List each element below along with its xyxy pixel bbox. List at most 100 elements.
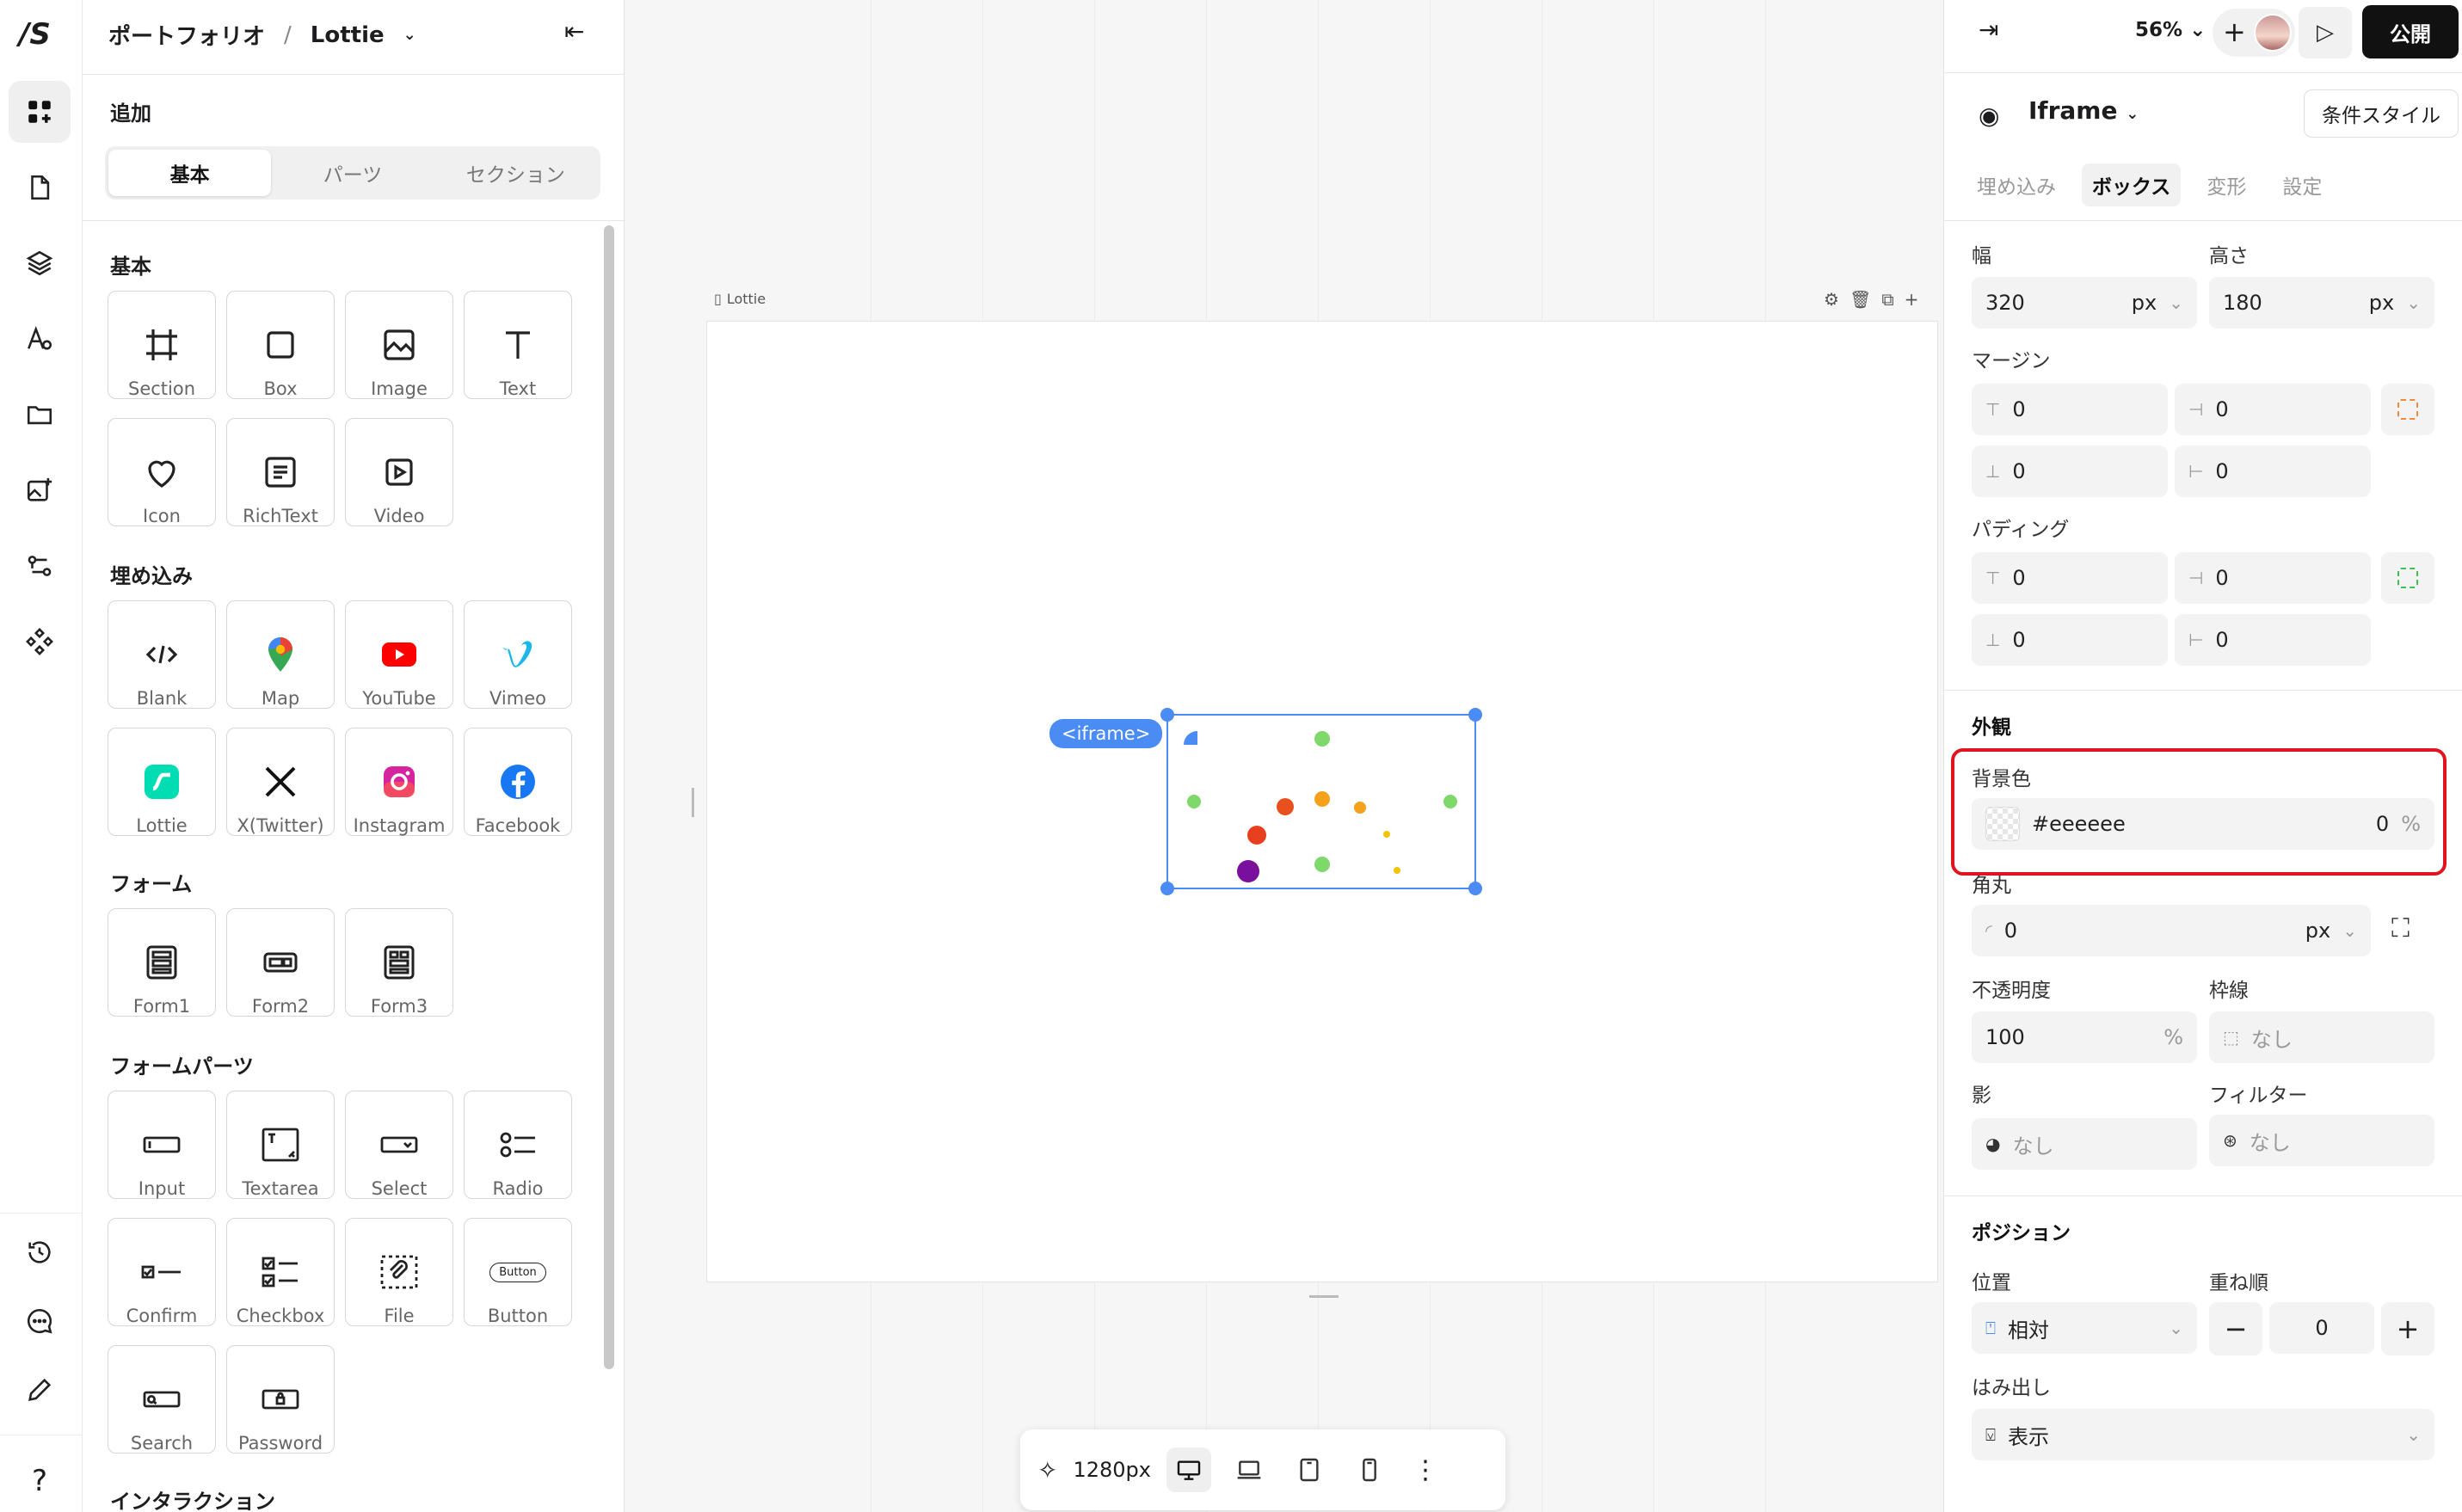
logic-button[interactable]	[9, 535, 71, 597]
frame-label[interactable]: ▯ Lottie	[714, 291, 766, 307]
chevron-down-icon[interactable]: ⌄	[403, 26, 416, 44]
textarea-icon	[262, 1128, 299, 1162]
mobile-view-button[interactable]	[1347, 1447, 1392, 1492]
opacity-field[interactable]: 100%	[1972, 1011, 2197, 1063]
pencil-icon	[28, 1378, 52, 1401]
text-icon	[506, 331, 530, 359]
element-name[interactable]: Iframe ⌄	[2028, 96, 2139, 125]
breadcrumb-root[interactable]: ポートフォリオ	[108, 19, 265, 51]
tab-transform[interactable]: 変形	[2196, 163, 2256, 206]
panel-scrollbar[interactable]	[604, 225, 614, 1369]
tab-embed[interactable]: 埋め込み	[1967, 163, 2066, 206]
sparkle-icon[interactable]: ✧	[1037, 1456, 1057, 1484]
add-elements-button[interactable]	[9, 81, 71, 143]
margin-right-field[interactable]: ⊣ 0	[2175, 384, 2371, 435]
publish-button[interactable]: 公開	[2362, 5, 2459, 58]
position-select[interactable]: ⍞ 相対 ⌄	[1972, 1302, 2197, 1354]
pages-button[interactable]	[9, 157, 71, 218]
breadcrumb: ポートフォリオ / Lottie ⌄	[108, 19, 416, 51]
vimeo-icon	[502, 641, 532, 667]
lottie-dot	[1247, 826, 1266, 845]
breadcrumb-page[interactable]: Lottie	[311, 22, 385, 48]
typography-button[interactable]	[9, 308, 71, 370]
media-button[interactable]	[9, 459, 71, 521]
highlight-box	[1951, 748, 2447, 876]
add-category-tabs: 基本 パーツ セクション	[105, 146, 600, 200]
padding-label: パディング	[1972, 519, 2070, 541]
tab-settings[interactable]: 設定	[2272, 163, 2332, 206]
padding-link-button[interactable]	[2381, 552, 2434, 604]
margin-left-field[interactable]: ⊢ 0	[2175, 446, 2371, 497]
edit-button[interactable]	[9, 1359, 71, 1421]
settings-page-icon[interactable]: ⚙	[1824, 289, 1839, 310]
help-button[interactable]: ?	[9, 1450, 71, 1512]
selected-iframe[interactable]	[1160, 708, 1482, 895]
viewport-toolbar: ✧ 1280px ⋮	[1020, 1429, 1505, 1510]
lottie-dot	[1187, 795, 1201, 808]
duplicate-icon[interactable]: ⧉	[1881, 289, 1893, 310]
corner-expand-icon[interactable]: ⛶	[2391, 913, 2410, 943]
comments-button[interactable]	[9, 1290, 71, 1352]
expand-panel-icon[interactable]: ⇥	[1979, 15, 1998, 44]
tile-label: Box	[263, 378, 298, 399]
tile-label: Form2	[251, 996, 310, 1017]
tab-parts[interactable]: パーツ	[271, 150, 434, 196]
z-index-field[interactable]: 0	[2269, 1302, 2374, 1354]
history-button[interactable]	[9, 1221, 71, 1283]
resize-handle-bottom[interactable]	[1309, 1295, 1339, 1298]
z-index-increment-button[interactable]: +	[2381, 1302, 2434, 1355]
more-options-icon[interactable]: ⋮	[1413, 1455, 1438, 1485]
preview-button[interactable]: ▷	[2299, 7, 2352, 58]
plus-icon[interactable]: +	[2223, 15, 2246, 48]
resize-handle[interactable]	[1160, 882, 1174, 895]
image-add-icon	[27, 477, 52, 501]
tab-sections[interactable]: セクション	[434, 150, 597, 196]
app-logo[interactable]: /S	[19, 17, 51, 52]
frame-toolbar: ⚙ 🗑 ⧉ +	[1824, 289, 1918, 310]
z-index-decrement-button[interactable]: −	[2209, 1302, 2262, 1355]
lottie-dot	[1314, 857, 1330, 872]
margin-top-field[interactable]: ⊤ 0	[1972, 384, 2168, 435]
padding-top-field[interactable]: ⊤ 0	[1972, 552, 2168, 604]
plus-icon[interactable]: +	[1905, 289, 1919, 310]
conditional-style-button[interactable]: 条件スタイル	[2304, 89, 2459, 138]
folder-button[interactable]	[9, 384, 71, 446]
padding-left-field[interactable]: ⊢ 0	[2175, 614, 2371, 666]
resize-handle[interactable]	[1160, 708, 1174, 722]
margin-link-button[interactable]	[2381, 384, 2434, 435]
filter-field[interactable]: ⊛ なし	[2209, 1115, 2434, 1166]
folder-icon	[27, 406, 52, 425]
padding-right-field[interactable]: ⊣ 0	[2175, 552, 2371, 604]
overflow-select[interactable]: ⍌ 表示 ⌄	[1972, 1409, 2434, 1460]
margin-bottom-field[interactable]: ⊥ 0	[1972, 446, 2168, 497]
tab-basic[interactable]: 基本	[108, 150, 272, 196]
height-field[interactable]: 180 px ⌄	[2209, 277, 2434, 329]
laptop-view-button[interactable]	[1227, 1447, 1271, 1492]
resize-handle[interactable]	[1468, 882, 1482, 895]
desktop-icon	[1177, 1460, 1201, 1480]
editor-canvas[interactable]: ▯ Lottie ⚙ 🗑 ⧉ + <iframe> ✧ 1280px ⋮	[625, 0, 1943, 1512]
components-button[interactable]	[9, 611, 71, 673]
instagram-icon	[384, 766, 415, 797]
zoom-level[interactable]: 56% ⌄	[2135, 19, 2206, 41]
trash-icon[interactable]: 🗑	[1850, 289, 1871, 310]
padding-bottom-field[interactable]: ⊥ 0	[1972, 614, 2168, 666]
width-field[interactable]: 320 px ⌄	[1972, 277, 2197, 329]
avatar[interactable]	[2254, 14, 2292, 52]
tablet-view-button[interactable]	[1287, 1447, 1332, 1492]
desktop-view-button[interactable]	[1166, 1447, 1211, 1492]
border-field[interactable]: ⬚ なし	[2209, 1011, 2434, 1063]
resize-handle-left[interactable]	[692, 788, 694, 817]
layers-button[interactable]	[9, 232, 71, 294]
tile-label: Video	[373, 506, 425, 526]
tab-box[interactable]: ボックス	[2082, 163, 2182, 206]
resize-handle[interactable]	[1468, 708, 1482, 722]
position-label: 位置	[1972, 1272, 2011, 1294]
viewport-width[interactable]: 1280px	[1073, 1458, 1151, 1482]
shadow-field[interactable]: ◕ なし	[1972, 1118, 2197, 1170]
collapse-panel-icon[interactable]: ⇤	[564, 17, 584, 46]
tile-label: Facebook	[475, 815, 561, 836]
tile-label: Section	[127, 378, 196, 399]
eye-icon[interactable]: ◉	[1979, 101, 1999, 130]
radius-field[interactable]: ◜ 0 px ⌄	[1972, 905, 2371, 956]
